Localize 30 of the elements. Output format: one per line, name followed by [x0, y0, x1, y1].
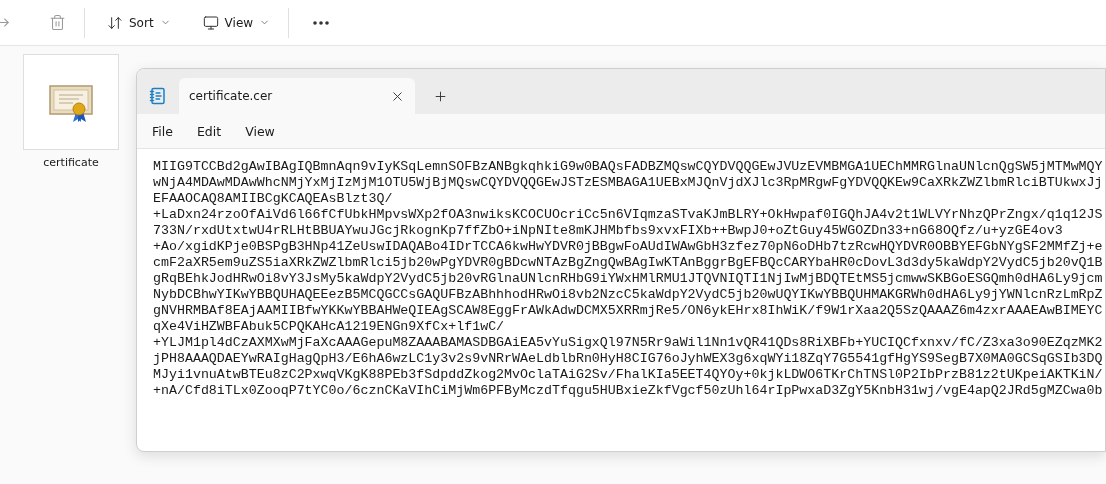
trash-icon [49, 14, 66, 31]
sort-icon [107, 14, 123, 31]
more-icon [313, 20, 330, 25]
menu-item[interactable]: File [143, 119, 182, 143]
text-line: +Ao/xgidKPje0BSPgB3HNp41ZeUswIDAQABo4IDrTCCA6kwHwYDVR0jBBgwFoAUdIWAwGbH3zfez70pN6oDHb7tzRcwHQYDVR0OBBYEFGbNYgSF2MMfZj+e [153, 239, 1104, 255]
new-tab-icon[interactable] [433, 89, 448, 104]
text-line: +LaDxn24rzoOfAiVd6l66fCfUbkHMpvsWXp2fOA3nwiksKCOCUOcriCc5n6VIqmzaSTvaKJmBLRY+OkHwpaf0IGQhJA4v2t1WLVYrNhzQPrZngx/q1q12JS [153, 207, 1104, 223]
text-line: EFAAOCAQ8AMIIBCgKCAQEAsBlzt3Q/ [153, 191, 394, 207]
text-line: gNVHRMBAf8EAjAAMIIBfwYKKwYBBAHWeQIEAgSCAW8EggFrAWkAdwDCMX5XRRmjRe5/ON6ykEHrx8IhWiK/f9W1rXaa2Q5SzQAAAZ6m4zxrAAAEAwBIMEYC [153, 303, 1104, 319]
text-line: NybDCBhwYIKwYBBQUHAQEEezB5MCQGCCsGAQUFBzABhhhodHRwOi8vb2NzcC5kaWdpY2VydC5jb20wUQYIKwYBBQUHMAKGRWh0dHA6Ly9jYWNlcnRzLmRpZ [153, 287, 1104, 303]
text-line: MIIG9TCCBd2gAwIBAgIQBmnAqn9vIyKSqLemnSOFBzANBgkqhkiG9w0BAQsFADBZMQswCQYDVQQGEwJVUzEVMBMGA1UEChMMRGlnaUNlcnQgSW5jMTMwMQY [153, 159, 1104, 175]
menu-item[interactable]: View [236, 119, 284, 143]
sort-button[interactable]: Sort [97, 5, 181, 40]
text-line: MJyi1vnuAtwBTEu8zC2PxwqVKgK88PEb3fSdpddZkog2MvOclaTAiG2Sv/FhalKIa5EET4QYOy+0kjkLDWO6TKrChTNSl0P2IbPrzB81z2tUKpeiAKTKiN/ [153, 367, 1104, 383]
menu-item[interactable]: Edit [187, 119, 231, 143]
text-line: +YLJM1pl4dCzAXMXwMjFaXcAAAGepuM8ZAAABAMASDBGAiEA5vYuSigxQl97N5Rr9aWil1Nn1vQR41QDs8RiXBFb+YUCIQCfxnxv/fC/Z3xa3o90EZqzMK2 [153, 335, 1104, 351]
text-line: 733N/rxdUtxtwU4rRLHtBBUAYwuJGcjRkognKp7ffZbO+iNpNIte8mKJHMbfbs9xvxFIXb++BwpJ0+oZtGuy45WGOZDn33+nG68OQfz/u+yzGE4ov3 [153, 223, 1064, 239]
notepad-icon [149, 87, 167, 105]
view-button[interactable]: View [192, 5, 281, 40]
monitor-icon [202, 14, 219, 31]
text-line: gRqBEhkJodHRwOi8vY3JsMy5kaWdpY2VydC5jb20vRGlnaUNlcnRHbG9iYWxHMlRMU1JTQVNIQTI1NjIwMjBDQTEtMS5jcmwwSKBGoESGQmh0dHA6Ly9jcm [153, 271, 1104, 287]
text-line: jPH8AAAQDAEYwRAIgHagQpH3/E6hA6wzLC1y3v2s9vNRrWAeLdblbRn0HyH8CIG76oJyhWEX3g6xqWYi18ZqY7G5541gfHgYS9SegB7X0MA0GCSqGSIb3DQ [153, 351, 1104, 367]
tab-title: certificate.cer [189, 89, 273, 103]
text-line: cmF2aXR5em9uZS5iaXRkZWZlbmRlci5jb20wPgYDVR0gBDcwNTAzBgZngQwBAgIwKTAnBggrBgEFBQcCARYbaHR0cDovL3d3dy5kaWdpY2VydC5jb20vQ1B [153, 255, 1104, 271]
file-name: certificate [43, 156, 99, 169]
file-thumbnail[interactable] [23, 54, 119, 150]
text-line: qXe4ViHZWBFAbuk5CPQKAHcA1219ENGn9XfCx+lf1wC/ [153, 319, 506, 335]
document-tab[interactable]: certificate.cer [179, 78, 415, 114]
text-line: wNjA4MDAwMDAwWhcNMjYxMjIzMjM1OTU5WjBjMQswCQYDVQQGEwJSTzESMBAGA1UEBxMJQnVjdXJlc3RpMRgwFgYDVQQKEw9CaXRkZWZlbmRlciBTUkwxJj [153, 175, 1104, 191]
text-line: +nA/Cfd8iTLx0ZooqP7tYC0o/6cznCKaVIhCiMjWm6PFByMczdTfqgu5HUBxieZkfVgcf50zUhl64rIpPwxaD3ZgY5KnbH31wj/vgE4apQ2JRd5gMZCwa0b [153, 383, 1104, 399]
